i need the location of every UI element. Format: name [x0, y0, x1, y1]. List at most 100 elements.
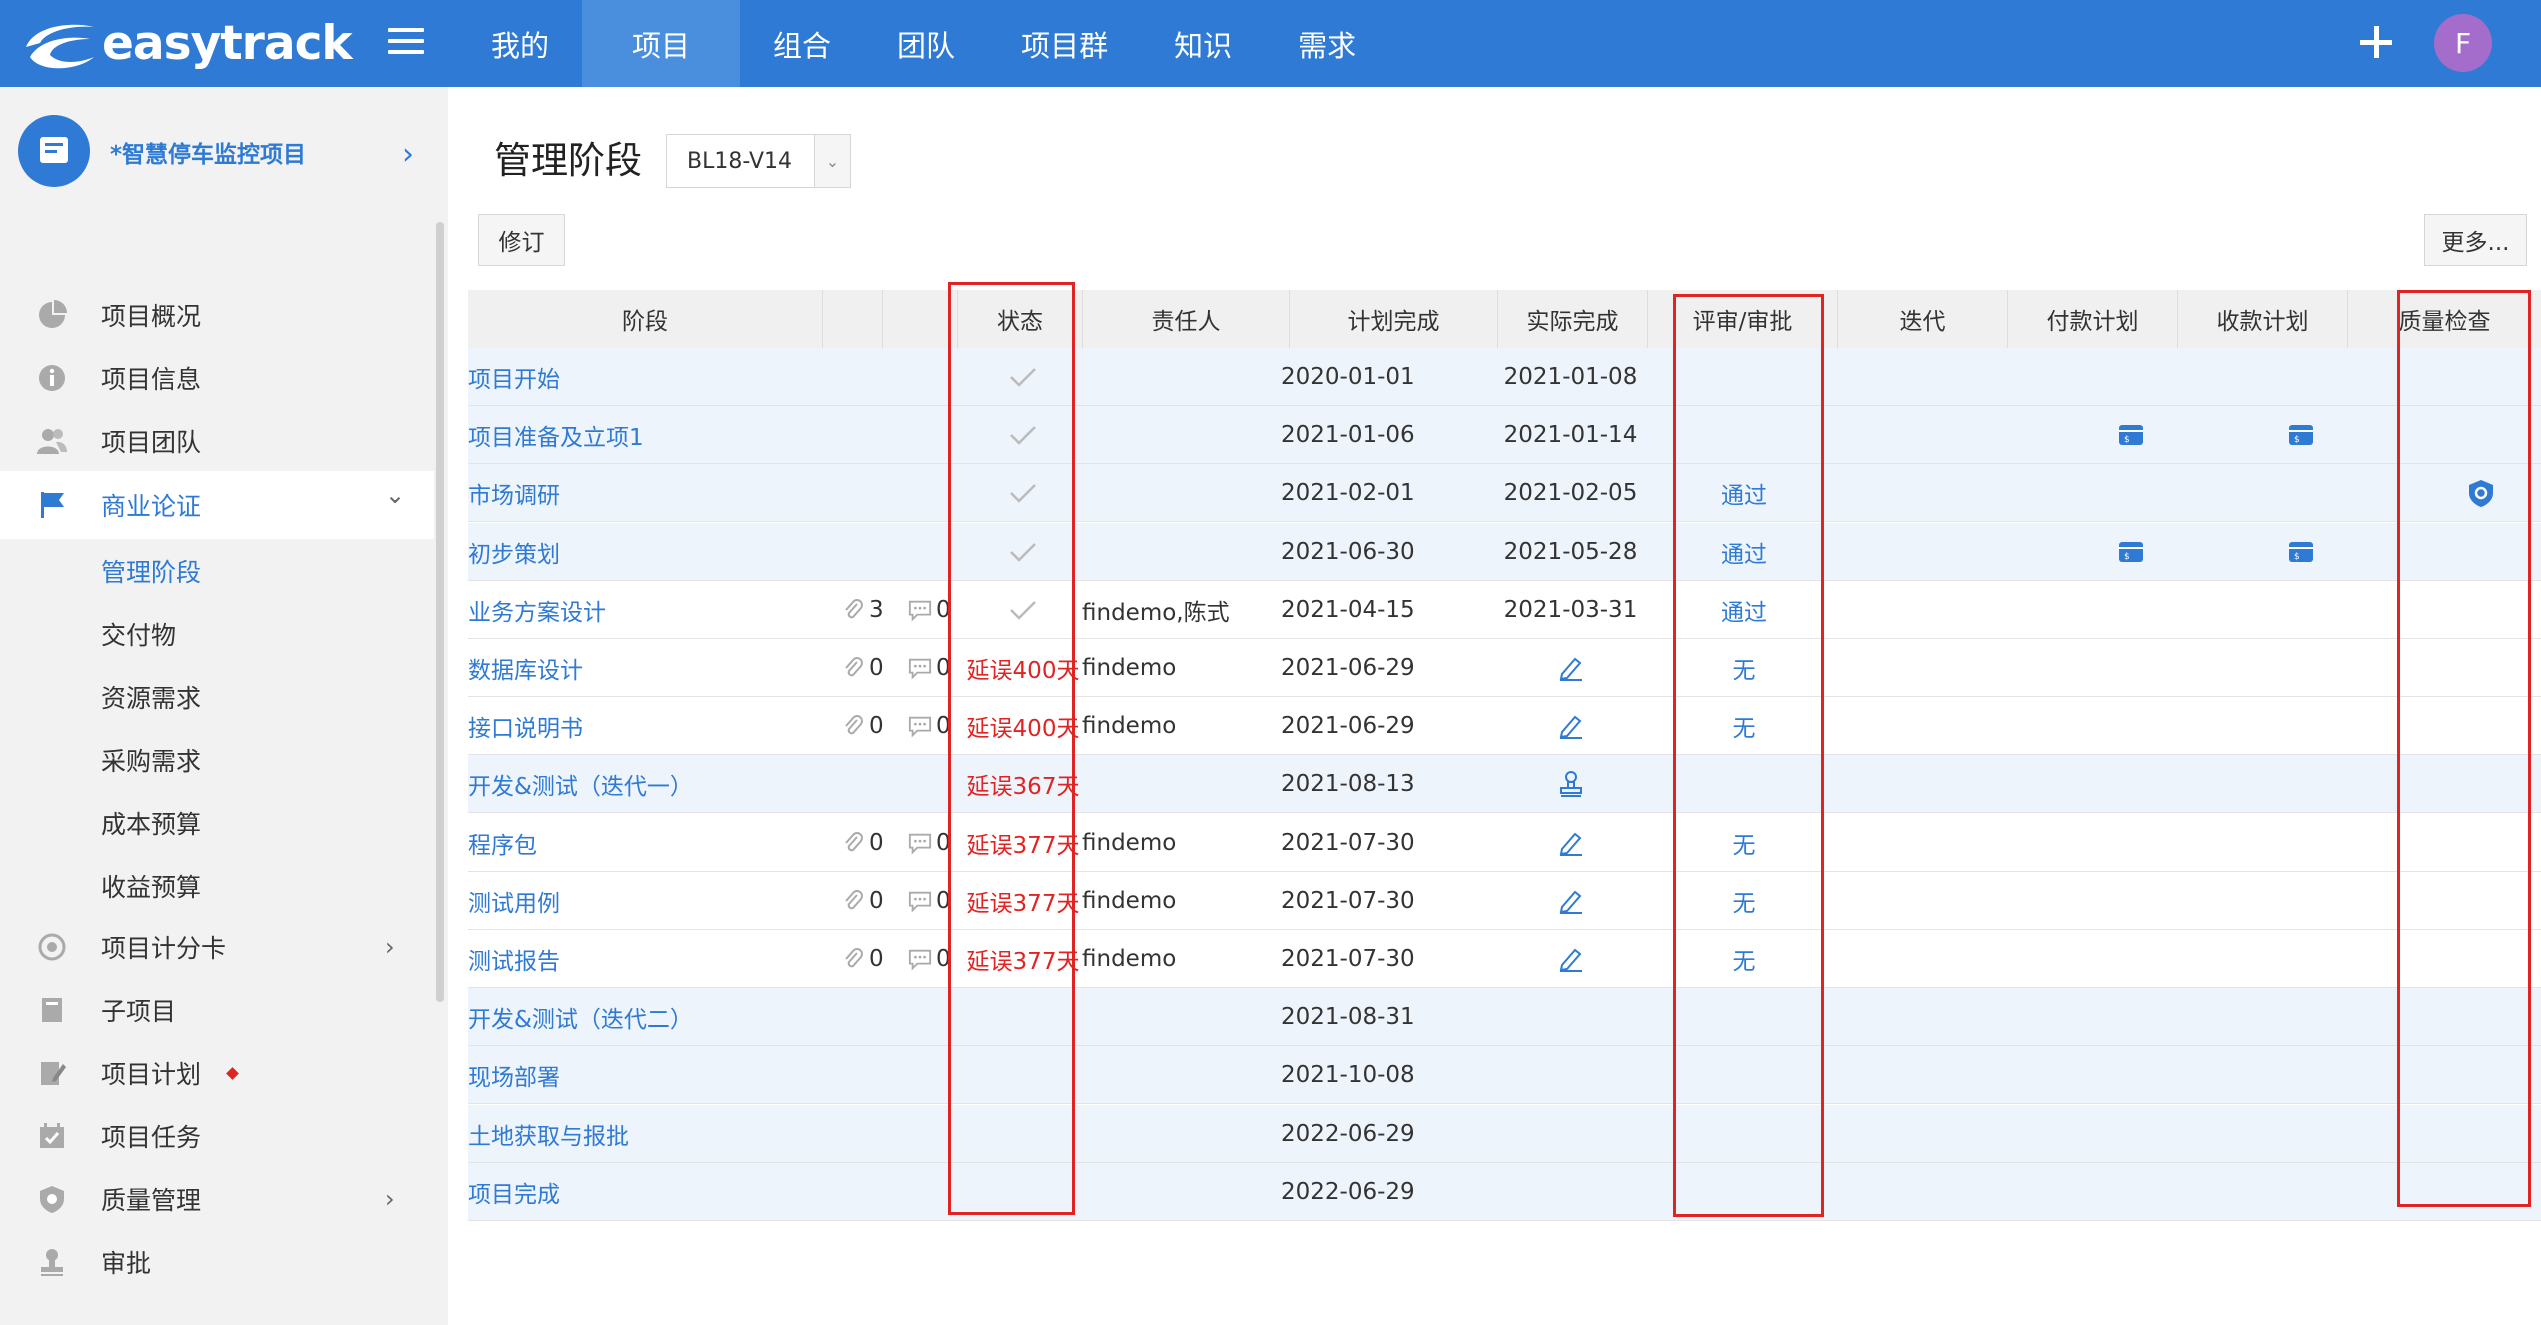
sidebar-item-15[interactable]: 审批	[0, 1228, 434, 1296]
nav-item-0[interactable]: 我的	[458, 0, 582, 87]
sidebar-item-1[interactable]: 项目信息	[0, 344, 434, 412]
table-row[interactable]: 土地获取与报批 2022-06-29	[468, 1104, 2541, 1163]
table-row[interactable]: 现场部署 2021-10-08	[468, 1046, 2541, 1105]
table-row[interactable]: 开发&测试（迭代一） 延误367天 2021-08-13	[468, 755, 2541, 814]
comment-count[interactable]: 0	[908, 697, 951, 755]
col-actual-done[interactable]: 实际完成	[1498, 290, 1648, 348]
stage-link[interactable]: 测试用例	[468, 872, 560, 930]
sidebar-item-11[interactable]: 子项目	[0, 976, 434, 1044]
version-select[interactable]: BL18-V14 ⌄	[666, 134, 851, 188]
stage-link[interactable]: 开发&测试（迭代一）	[468, 755, 693, 813]
edit-pencil-icon[interactable]	[1498, 872, 1643, 930]
more-button[interactable]: 更多...	[2424, 214, 2527, 266]
nav-item-6[interactable]: 需求	[1265, 0, 1389, 87]
table-row[interactable]: 初步策划 2021-06-30 2021-05-28 通过 $ $	[468, 522, 2541, 581]
comment-count[interactable]: 0	[908, 872, 951, 930]
sidebar-sub-item-6[interactable]: 资源需求	[101, 679, 201, 715]
stage-link[interactable]: 接口说明书	[468, 697, 583, 755]
comment-count[interactable]: 0	[908, 639, 951, 697]
table-row[interactable]: 开发&测试（迭代二） 2021-08-31	[468, 988, 2541, 1047]
table-row[interactable]: 程序包 0 0 延误377天 findemo 2021-07-30 无	[468, 814, 2541, 872]
stage-link[interactable]: 项目开始	[468, 348, 560, 406]
sidebar-scrollbar[interactable]	[436, 222, 444, 1002]
sidebar-sub-item-4[interactable]: 管理阶段	[101, 553, 201, 589]
stage-link[interactable]: 土地获取与报批	[468, 1105, 629, 1163]
edit-pencil-icon[interactable]	[1498, 930, 1643, 988]
chevron-down-icon[interactable]: ⌄	[385, 481, 405, 509]
stage-link[interactable]: 市场调研	[468, 464, 560, 522]
payment-plan-icon[interactable]: $	[2108, 406, 2153, 464]
comment-count[interactable]: 0	[908, 930, 951, 988]
hamburger-menu-icon[interactable]	[388, 28, 424, 58]
sidebar-item-2[interactable]: 项目团队	[0, 407, 434, 475]
table-row[interactable]: 业务方案设计 3 0 findemo,陈式 2021-04-15 2021-03-31 通过	[468, 581, 2541, 639]
sidebar-item-14[interactable]: 质量管理 ›	[0, 1165, 434, 1233]
sidebar-item-13[interactable]: 项目任务	[0, 1102, 434, 1170]
col-plan-done[interactable]: 计划完成	[1290, 290, 1498, 348]
stage-link[interactable]: 项目完成	[468, 1163, 560, 1221]
stage-link[interactable]: 初步策划	[468, 523, 560, 581]
attachment-count-text: 0	[869, 713, 884, 740]
receipt-plan-icon[interactable]: $	[2278, 406, 2323, 464]
sidebar-item-10[interactable]: 项目计分卡 ›	[0, 913, 434, 981]
attachment-count[interactable]: 0	[841, 639, 884, 697]
plus-icon[interactable]	[2358, 24, 2394, 60]
plan-done-date-text: 2021-07-30	[1281, 887, 1415, 914]
project-selector[interactable]: *智慧停车监控项目 ›	[0, 115, 448, 215]
nav-item-1[interactable]: 项目	[582, 0, 741, 87]
attachment-count[interactable]: 3	[841, 581, 884, 639]
chevron-right-icon[interactable]: ›	[402, 137, 414, 172]
stage-link[interactable]: 业务方案设计	[468, 581, 606, 639]
stage-link[interactable]: 开发&测试（迭代二）	[468, 988, 693, 1046]
col-receipt[interactable]: 收款计划	[2178, 290, 2348, 348]
col-payment[interactable]: 付款计划	[2008, 290, 2178, 348]
edit-pencil-icon[interactable]	[1498, 697, 1643, 755]
stage-link[interactable]: 现场部署	[468, 1046, 560, 1104]
stage-link[interactable]: 数据库设计	[468, 639, 583, 697]
table-row[interactable]: 项目完成 2022-06-29	[468, 1162, 2541, 1221]
attachment-count[interactable]: 0	[841, 814, 884, 872]
table-row[interactable]: 项目开始 2020-01-01 2021-01-08	[468, 348, 2541, 406]
plan-done-date: 2021-06-29	[1281, 639, 1415, 697]
user-avatar[interactable]: F	[2434, 14, 2492, 72]
col-owner[interactable]: 责任人	[1083, 290, 1290, 348]
attachment-count[interactable]: 0	[841, 872, 884, 930]
table-row[interactable]: 测试报告 0 0 延误377天 findemo 2021-07-30 无	[468, 930, 2541, 988]
comment-count[interactable]: 0	[908, 581, 951, 639]
payment-plan-icon[interactable]: $	[2108, 523, 2153, 581]
attachment-count[interactable]: 0	[841, 697, 884, 755]
comment-count[interactable]: 0	[908, 814, 951, 872]
sidebar-item-3[interactable]: 商业论证 ⌄	[0, 471, 434, 539]
approve-stamp-icon[interactable]	[1498, 755, 1643, 813]
nav-item-3[interactable]: 团队	[864, 0, 988, 87]
col-iteration[interactable]: 迭代	[1838, 290, 2008, 348]
easytrack-logo[interactable]: easytrack	[20, 10, 353, 76]
receipt-plan-icon[interactable]: $	[2278, 523, 2323, 581]
edit-pencil-icon[interactable]	[1498, 814, 1643, 872]
sidebar-sub-item-9[interactable]: 收益预算	[101, 868, 201, 904]
revise-button[interactable]: 修订	[478, 214, 565, 266]
stage-link[interactable]: 测试报告	[468, 930, 560, 988]
stage-link[interactable]: 程序包	[468, 814, 537, 872]
sidebar-sub-item-5[interactable]: 交付物	[101, 616, 176, 652]
attachment-count-text: 3	[869, 596, 884, 623]
table-row[interactable]: 接口说明书 0 0 延误400天 findemo 2021-06-29 无	[468, 697, 2541, 756]
nav-item-2[interactable]: 组合	[740, 0, 864, 87]
edit-pencil-icon[interactable]	[1498, 639, 1643, 697]
attachment-count[interactable]: 0	[841, 930, 884, 988]
sidebar-sub-item-8[interactable]: 成本预算	[101, 805, 201, 841]
stage-link[interactable]: 项目准备及立项1	[468, 406, 644, 464]
table-row[interactable]: 数据库设计 0 0 延误400天 findemo 2021-06-29 无	[468, 639, 2541, 697]
sidebar-item-12[interactable]: 项目计划	[0, 1039, 434, 1107]
col-stage[interactable]: 阶段	[468, 290, 823, 348]
table-row[interactable]: 测试用例 0 0 延误377天 findemo 2021-07-30 无	[468, 872, 2541, 930]
sidebar-sub-item-7[interactable]: 采购需求	[101, 742, 201, 778]
chevron-down-icon[interactable]: ⌄	[814, 135, 850, 187]
nav-item-5[interactable]: 知识	[1141, 0, 1265, 87]
nav-item-4[interactable]: 项目群	[988, 0, 1141, 87]
sidebar-item-0[interactable]: 项目概况	[0, 281, 434, 349]
table-row[interactable]: 项目准备及立项1 2021-01-06 2021-01-14 $ $	[468, 406, 2541, 465]
chevron-right-icon[interactable]: ›	[385, 933, 395, 961]
chevron-right-icon[interactable]: ›	[385, 1185, 395, 1213]
table-row[interactable]: 市场调研 2021-02-01 2021-02-05 通过	[468, 464, 2541, 523]
